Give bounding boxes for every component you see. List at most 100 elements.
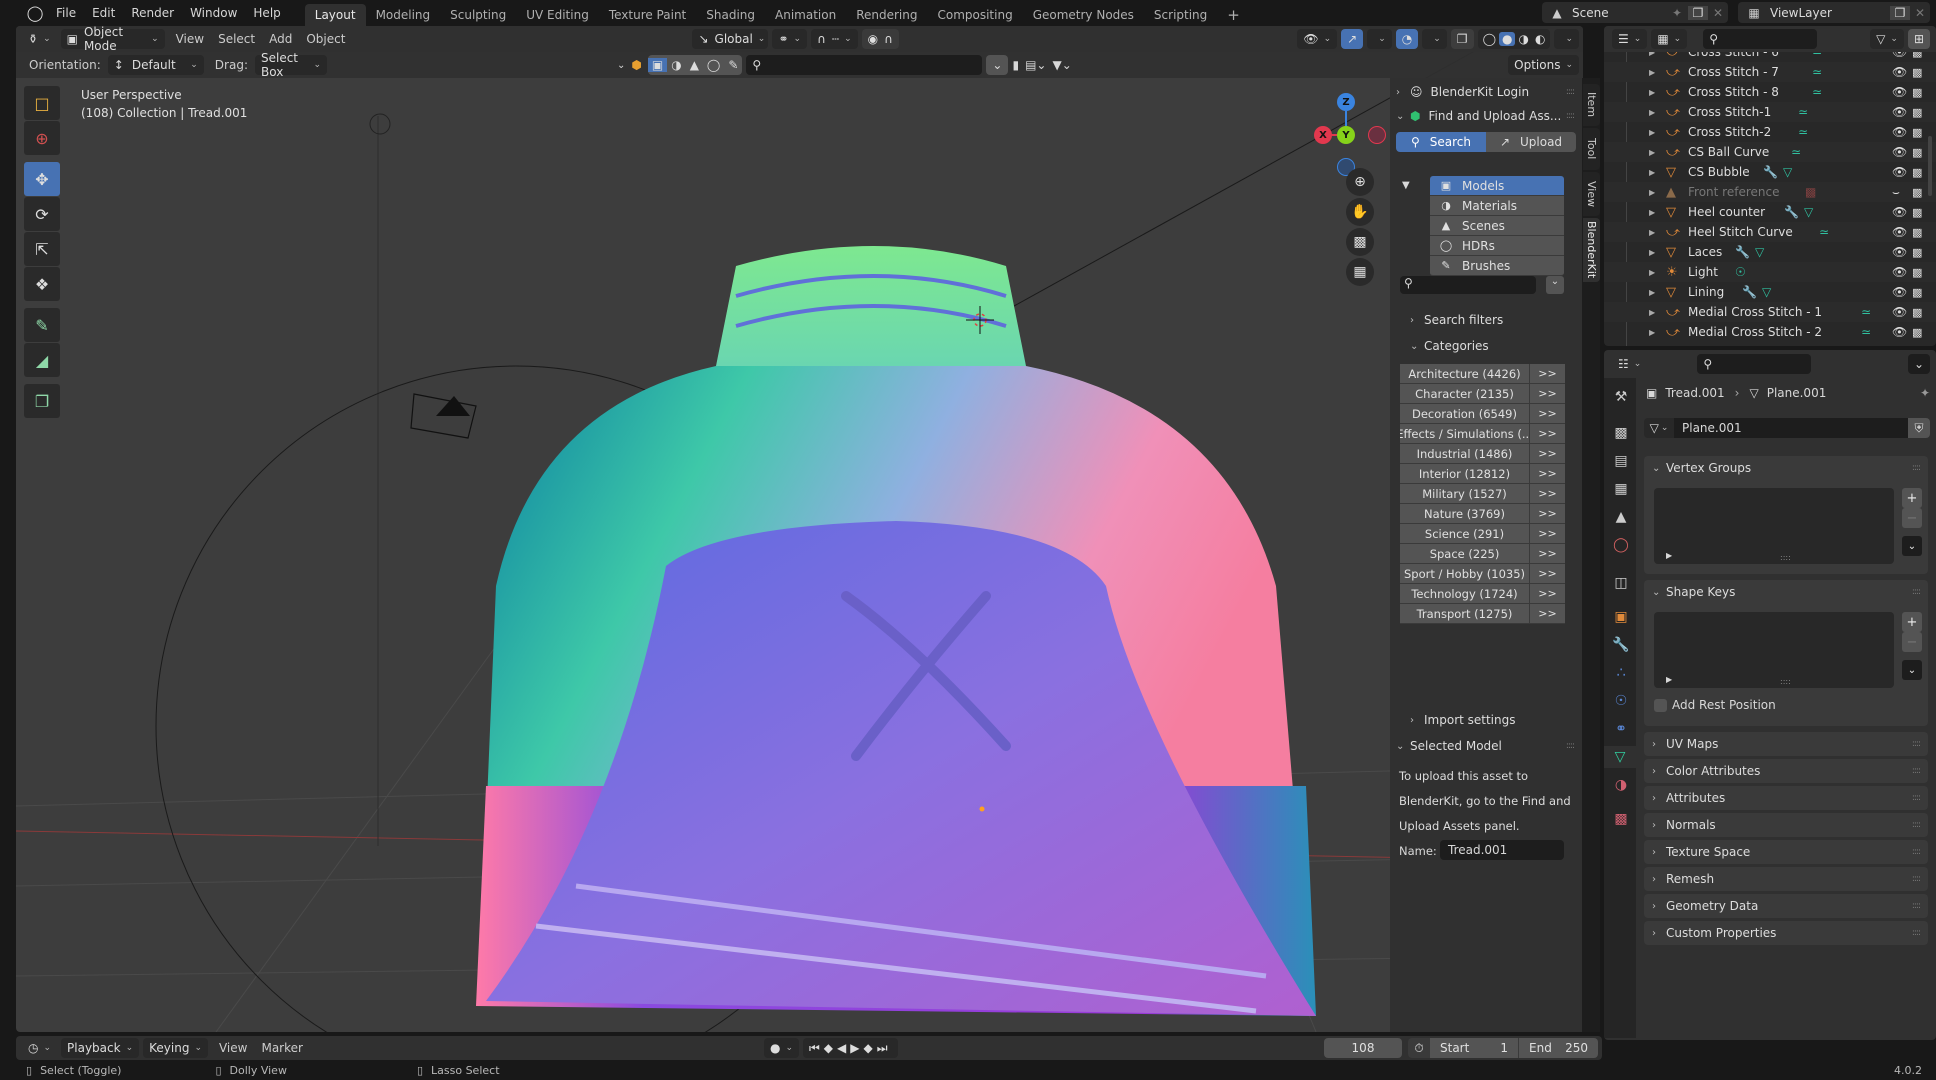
category-expand-button[interactable]: >> [1530,484,1565,504]
play-icon[interactable]: ▶ [850,1041,863,1055]
outliner-item-name[interactable]: CS Bubble [1688,165,1750,179]
outliner-item-name[interactable]: Light [1688,265,1718,279]
categories-header[interactable]: ⌄ Categories [1404,334,1489,358]
material-shading-icon[interactable]: ◑ [1515,32,1531,46]
search-filters-header[interactable]: › Search filters [1404,308,1503,332]
search-options-button[interactable]: ⌄ [986,55,1009,75]
workspace-tab-rendering[interactable]: Rendering [846,4,927,26]
category-expand-button[interactable]: >> [1530,584,1565,604]
outliner-row[interactable]: ▶ ⤻ Heel Stitch Curve ≃ 👁 ▩ [1604,222,1936,242]
outliner-row[interactable]: ▶ ▽ Lining 🔧 ▽ 👁 ▩ [1604,282,1936,302]
category-expand-button[interactable]: >> [1530,564,1565,584]
shape-keys-header[interactable]: ⌄ Shape Keys:::: [1644,580,1928,604]
play-reverse-icon[interactable]: ◀ [837,1041,850,1055]
add-workspace-button[interactable]: + [1217,4,1250,26]
curve-data-icon[interactable]: ≃ [1798,125,1808,139]
outliner-row[interactable]: ▶ ⤻ Medial Cross Stitch - 1 ≃ 👁 ▩ [1604,302,1936,322]
expand-arrow-icon[interactable]: ▶ [1649,228,1655,237]
outliner-item-name[interactable]: Lining [1688,285,1724,299]
gizmo-y-axis[interactable]: Y [1337,126,1355,144]
camera-render-icon[interactable]: ▩ [1912,86,1922,99]
pin-icon[interactable]: ✦ [1672,6,1682,20]
visibility-dropdown[interactable]: 👁 ⌄ [1297,29,1338,49]
scene-name[interactable]: Scene [1572,6,1672,20]
delete-scene-icon[interactable]: ✕ [1708,6,1728,20]
list-expand-icon[interactable]: ▶ [1666,675,1672,684]
category-button[interactable]: Science (291) [1400,524,1530,544]
asset-type-models[interactable]: ▣ Models [1430,176,1564,196]
vertex-groups-header[interactable]: ⌄ Vertex Groups:::: [1644,456,1928,480]
shape-keys-list[interactable]: ▶ :::: [1654,612,1894,688]
drag-dropdown[interactable]: Select Box ⌄ [254,51,327,79]
category-button[interactable]: Industrial (1486) [1400,444,1530,464]
sidebar-tab-view[interactable]: View [1583,172,1600,216]
gizmo-x-axis[interactable]: X [1314,126,1332,144]
keying-menu[interactable]: Keying ⌄ [143,1038,208,1058]
mesh-data-icon[interactable]: ▽ [1804,205,1813,219]
workspace-tab-sculpting[interactable]: Sculpting [440,4,516,26]
outliner-row[interactable]: ▶ ▲ Front reference ▩ ⌣ ▩ [1604,182,1936,202]
workspace-tab-layout[interactable]: Layout [304,4,366,26]
menu-render[interactable]: Render [123,0,182,26]
add-shape-key-button[interactable]: + [1902,612,1922,632]
tab-constraints[interactable]: ⚭ [1608,718,1634,740]
sidebar-tab-tool[interactable]: Tool [1583,128,1600,170]
eye-icon[interactable]: 👁 [1892,265,1907,279]
workspace-tab-texture-paint[interactable]: Texture Paint [599,4,696,26]
light-object[interactable] [369,113,391,135]
outliner-search-input[interactable]: ⚲ [1703,29,1818,49]
modifier-icon[interactable]: 🔧 [1763,165,1778,179]
expand-arrow-icon[interactable]: ▶ [1649,248,1655,257]
category-expand-button[interactable]: >> [1530,424,1565,444]
category-expand-button[interactable]: >> [1530,444,1565,464]
category-expand-button[interactable]: >> [1530,384,1565,404]
workspace-tab-geometry-nodes[interactable]: Geometry Nodes [1023,4,1144,26]
asset-type-brushes[interactable]: ✎ Brushes [1430,256,1564,276]
find-upload-panel-header[interactable]: ⌄ ⬢ Find and Upload Ass...:::: [1390,104,1582,128]
category-button[interactable]: Decoration (6549) [1400,404,1530,424]
pivot-point-dropdown[interactable]: ⚭ ⌄ [772,29,808,49]
options-dropdown[interactable]: Options ⌄ [1508,55,1579,75]
eye-icon[interactable]: 👁 [1892,225,1907,239]
category-button[interactable]: Interior (12812) [1400,464,1530,484]
transform-tool[interactable]: ❖ [24,267,60,301]
filter-icon[interactable]: ▼⌄ [1053,58,1072,72]
search-tab[interactable]: ⚲ Search [1396,132,1486,152]
eye-icon[interactable]: 👁 [1892,305,1907,319]
expand-arrow-icon[interactable]: ▶ [1649,52,1655,57]
annotate-tool[interactable]: ✎ [24,308,60,342]
outliner-row[interactable]: ▶ ⤻ Cross Stitch - 6 ≃ 👁 ▩ [1604,52,1936,62]
eye-icon[interactable]: 👁 [1892,205,1907,219]
new-scene-icon[interactable]: ❐ [1688,5,1708,20]
wireframe-shading-icon[interactable]: ◯ [1480,32,1499,46]
asset-types-toggle[interactable]: ▼ [1402,180,1410,191]
category-button[interactable]: Character (2135) [1400,384,1530,404]
eye-closed-icon[interactable]: ⌣ [1892,185,1900,200]
remove-shape-key-button[interactable]: − [1902,632,1922,652]
3d-viewport[interactable]: ⚱ ⌄ ▣ Object Mode ⌄ View Select Add Object… [16,26,1583,1032]
panel-header[interactable]: › Remesh:::: [1644,867,1928,891]
category-expand-button[interactable]: >> [1530,364,1565,384]
tab-tool[interactable]: ⚒ [1608,386,1634,408]
expand-arrow-icon[interactable]: ▶ [1649,268,1655,277]
outliner-filter-dropdown[interactable]: ▽ ⌄ [1870,29,1904,49]
camera-render-icon[interactable]: ▩ [1912,286,1922,299]
view-layer-name[interactable]: ViewLayer [1770,6,1890,20]
collapsed-panel[interactable]: › Custom Properties:::: [1644,921,1928,945]
category-button[interactable]: Nature (3769) [1400,504,1530,524]
pan-view-button[interactable]: ✋ [1346,198,1374,226]
mesh-browse-button[interactable]: ▽ ⌄ [1644,418,1674,438]
brushes-icon[interactable]: ✎ [724,58,742,72]
tab-material[interactable]: ◑ [1608,774,1634,796]
sidebar-search-input[interactable]: ⚲ [1400,276,1536,294]
shape-key-specials-button[interactable]: ⌄ [1902,660,1922,680]
shading-modes[interactable]: ◯ ● ◑ ◐ [1477,29,1551,49]
bookmark-icon[interactable]: ▮ [1012,58,1019,72]
panel-header[interactable]: › Normals:::: [1644,813,1928,837]
import-settings-header[interactable]: › Import settings [1404,708,1516,732]
asset-name-field[interactable]: Tread.001 [1440,840,1564,860]
timeline-menu-marker[interactable]: Marker [254,1041,309,1055]
expand-arrow-icon[interactable]: ▶ [1649,68,1655,77]
panel-header[interactable]: › Custom Properties:::: [1644,921,1928,945]
camera-render-icon[interactable]: ▩ [1912,186,1922,199]
